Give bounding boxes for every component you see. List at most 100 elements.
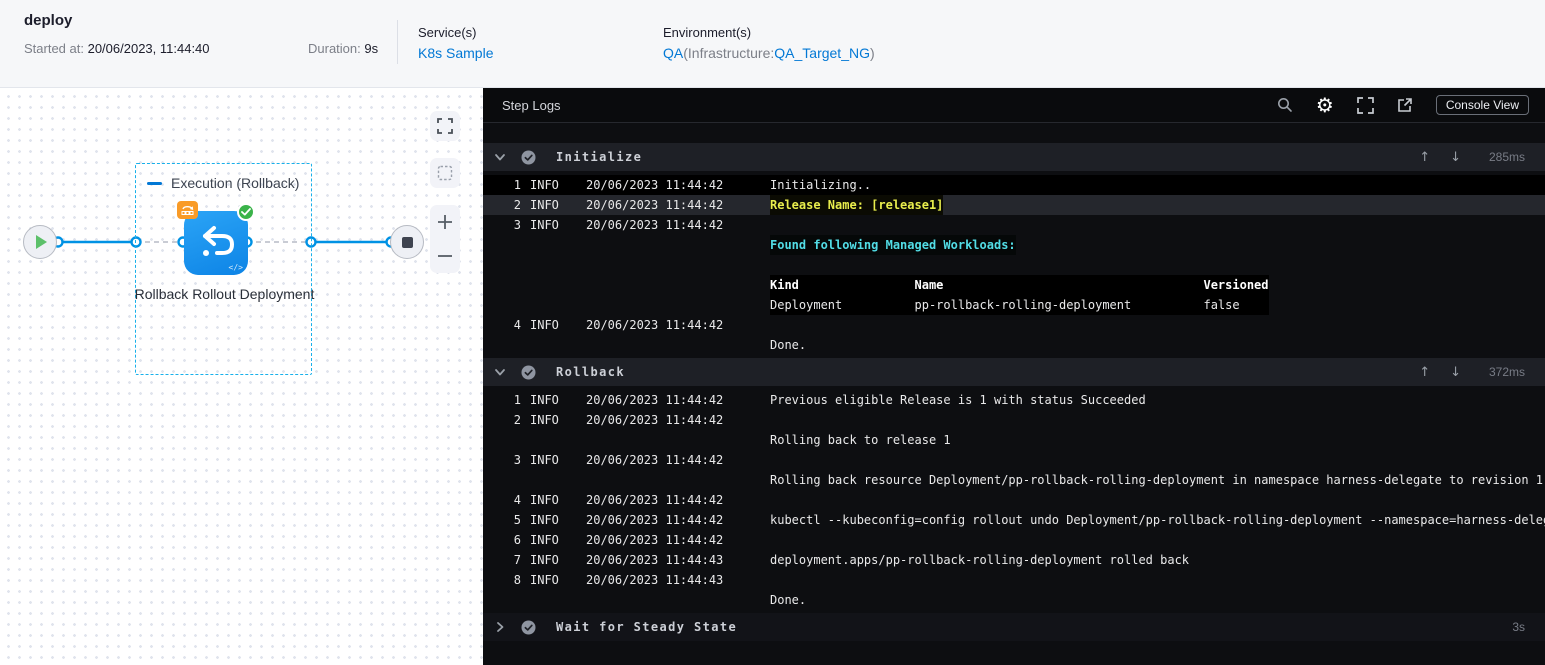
log-level	[530, 295, 572, 315]
log-level: INFO	[530, 218, 559, 232]
started-at: Started at: 20/06/2023, 11:44:40	[24, 41, 210, 56]
scroll-to-top-icon[interactable]: ↑	[1419, 365, 1430, 380]
log-timestamp: 20/06/2023 11:44:43	[586, 573, 724, 587]
line-number	[495, 470, 521, 490]
search-icon[interactable]	[1277, 97, 1293, 113]
rolling-deployment-badge-icon	[177, 201, 198, 219]
execution-header: deploy Started at: 20/06/2023, 11:44:40 …	[0, 0, 1545, 88]
log-section-rollback: Rollback ↑ ↓ 372ms 1 INFO 20/06/2023 11:44:42 P…	[483, 358, 1545, 610]
scroll-to-bottom-icon[interactable]: ↓	[1450, 150, 1461, 165]
log-line: 4 INFO 20/06/2023 11:44:42	[483, 490, 1545, 510]
log-line: Rolling back resource Deployment/pp-roll…	[483, 470, 1545, 490]
line-number: 3	[513, 453, 521, 467]
log-level: INFO	[530, 393, 559, 407]
environments-label: Environment(s)	[663, 25, 752, 40]
log-timestamp	[586, 335, 736, 355]
execution-group-title: Execution (Rollback)	[171, 175, 300, 191]
zoom-in-button[interactable]	[437, 214, 453, 230]
log-line: 3 INFO 20/06/2023 11:44:42	[483, 450, 1545, 470]
collapse-group-icon[interactable]	[147, 181, 162, 185]
line-number	[495, 275, 521, 295]
status-success-icon	[521, 620, 536, 634]
settings-icon[interactable]: ⚙	[1316, 95, 1334, 115]
line-number: 6	[513, 533, 521, 547]
log-timestamp: 20/06/2023 11:44:42	[586, 393, 724, 407]
log-timestamp: 20/06/2023 11:44:42	[586, 453, 724, 467]
step-node-rollback-rollout-deployment[interactable]: </>	[177, 201, 255, 275]
marquee-select-icon	[437, 165, 453, 181]
section-header-initialize[interactable]: Initialize ↑ ↓ 285ms	[483, 143, 1545, 171]
log-line: 1 INFO 20/06/2023 11:44:42 Previous eligibl…	[483, 390, 1545, 410]
section-duration: 285ms	[1488, 150, 1525, 164]
pipeline-start-node[interactable]	[23, 225, 57, 259]
log-section-initialize: Initialize ↑ ↓ 285ms 1 INFO 20/06/2023 11:44:4…	[483, 143, 1545, 355]
log-message: Initializing..	[770, 178, 872, 192]
section-title: Wait for Steady State	[556, 620, 738, 634]
scroll-to-bottom-icon[interactable]: ↓	[1450, 365, 1461, 380]
section-title: Initialize	[556, 150, 643, 164]
scroll-to-top-icon[interactable]: ↑	[1419, 150, 1430, 165]
pipeline-canvas[interactable]: Execution (Rollback) </> Rollback Rollou…	[0, 88, 483, 665]
log-timestamp: 20/06/2023 11:44:42	[586, 178, 724, 192]
log-timestamp: 20/06/2023 11:44:42	[586, 218, 724, 232]
line-number	[495, 295, 521, 315]
pipeline-end-node[interactable]	[390, 225, 424, 259]
log-line: 2 INFO 20/06/2023 11:44:42	[483, 410, 1545, 430]
open-external-icon[interactable]	[1397, 97, 1413, 113]
section-duration: 3s	[1512, 620, 1525, 634]
line-number: 7	[513, 553, 521, 567]
log-message: Deployment pp-rollback-rolling-deploymen…	[770, 295, 1269, 315]
log-message: Done.	[770, 338, 807, 352]
step-node-label: Rollback Rollout Deployment	[134, 286, 315, 302]
environment-link[interactable]: QA	[663, 45, 683, 61]
line-number: 1	[513, 178, 521, 192]
zoom-out-button[interactable]	[437, 248, 453, 264]
log-message: deployment.apps/pp-rollback-rolling-depl…	[770, 553, 1190, 567]
infrastructure-link[interactable]: QA_Target_NG	[774, 45, 870, 61]
services-label: Service(s)	[418, 25, 477, 40]
section-header-wait-for-steady-state[interactable]: Wait for Steady State 3s	[483, 613, 1545, 641]
section-header-rollback[interactable]: Rollback ↑ ↓ 372ms	[483, 358, 1545, 386]
line-number: 2	[513, 198, 521, 212]
line-number: 3	[513, 218, 521, 232]
log-line: 4 INFO 20/06/2023 11:44:42	[483, 315, 1545, 335]
log-line: Deployment pp-rollback-rolling-deploymen…	[483, 295, 1545, 315]
log-message: Done.	[770, 593, 807, 607]
section-duration: 372ms	[1488, 365, 1525, 379]
canvas-fullscreen-button[interactable]	[430, 111, 460, 141]
log-message: Kind Name Versioned	[770, 275, 1269, 295]
line-number	[495, 335, 521, 355]
status-success-icon	[521, 150, 536, 164]
chevron-right-icon	[497, 622, 504, 632]
log-timestamp	[586, 275, 736, 295]
log-level	[530, 335, 572, 355]
log-timestamp: 20/06/2023 11:44:42	[586, 513, 724, 527]
expand-fullscreen-icon[interactable]	[1356, 96, 1374, 114]
section-title: Rollback	[556, 365, 625, 379]
header-divider	[397, 20, 398, 64]
log-timestamp	[586, 590, 736, 610]
line-number: 5	[513, 513, 521, 527]
log-line: 6 INFO 20/06/2023 11:44:42	[483, 530, 1545, 550]
console-view-button[interactable]: Console View	[1435, 95, 1529, 115]
line-number	[495, 235, 521, 255]
canvas-select-button[interactable]	[430, 158, 460, 188]
log-level: INFO	[530, 553, 559, 567]
log-level: INFO	[530, 513, 559, 527]
step-success-icon	[237, 203, 255, 221]
pipeline-name: deploy	[24, 12, 73, 29]
log-timestamp	[586, 295, 736, 315]
services-block: Service(s) K8s Sample	[418, 25, 493, 61]
log-sections: Initialize ↑ ↓ 285ms 1 INFO 20/06/2023 11:44:4…	[483, 123, 1545, 641]
execution-group-label: Execution (Rollback)	[147, 175, 299, 191]
started-at-value: 20/06/2023, 11:44:40	[87, 41, 210, 56]
log-level	[530, 590, 572, 610]
log-message: Rolling back resource Deployment/pp-roll…	[770, 473, 1544, 487]
pipeline-execution-page: deploy Started at: 20/06/2023, 11:44:40 …	[0, 0, 1545, 665]
log-line: Kind Name Versioned	[483, 275, 1545, 295]
service-link[interactable]: K8s Sample	[418, 45, 493, 61]
log-timestamp: 20/06/2023 11:44:42	[586, 493, 724, 507]
line-number	[495, 255, 521, 275]
line-number: 2	[513, 413, 521, 427]
log-line: 5 INFO 20/06/2023 11:44:42 kubectl --kubeco…	[483, 510, 1545, 530]
